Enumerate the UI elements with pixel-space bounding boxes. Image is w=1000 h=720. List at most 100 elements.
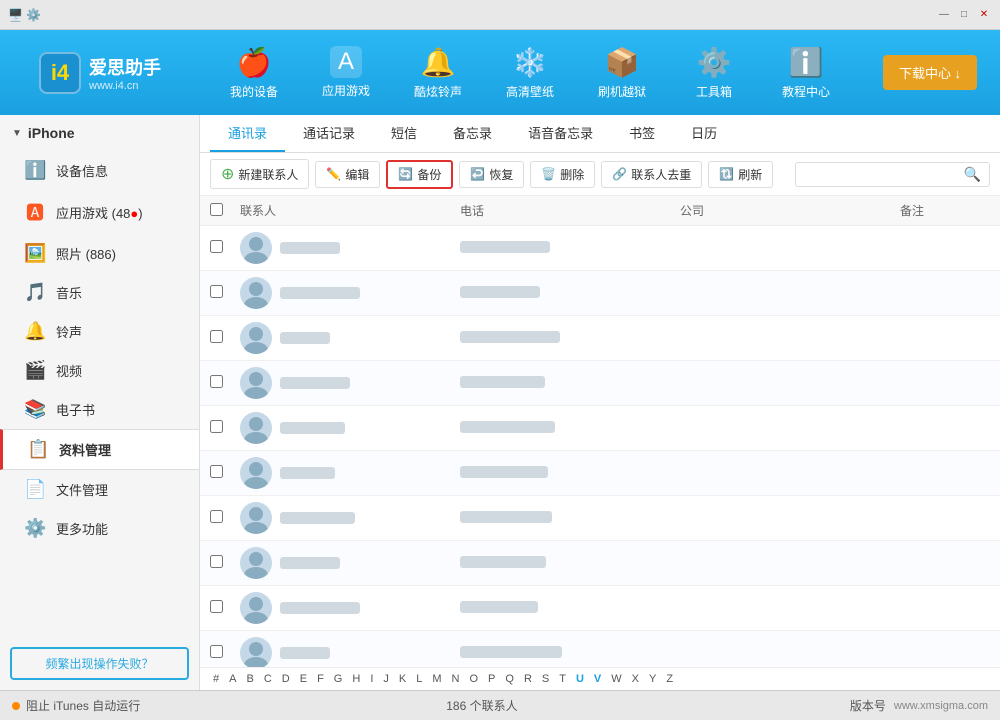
phone-cell-2 (460, 331, 680, 346)
new-contact-button[interactable]: ⊕ 新建联系人 (210, 159, 309, 189)
sidebar-item-device-info[interactable]: ℹ️ 设备信息 (0, 151, 199, 190)
alpha-X[interactable]: X (629, 672, 642, 686)
tab-memo[interactable]: 备忘录 (435, 115, 510, 152)
col-check-header (210, 203, 240, 219)
row-checkbox-0[interactable] (210, 240, 240, 256)
tab-call-log[interactable]: 通话记录 (285, 115, 373, 152)
nav-tab-my-device[interactable]: 🍎 我的设备 (210, 35, 298, 110)
alpha-Y[interactable]: Y (646, 672, 659, 686)
select-all-checkbox[interactable] (210, 203, 223, 216)
alpha-R[interactable]: R (521, 672, 535, 686)
tab-contacts[interactable]: 通讯录 (210, 115, 285, 152)
nav-tab-ringtones[interactable]: 🔔 酷炫铃声 (394, 35, 482, 110)
alpha-O[interactable]: O (466, 672, 481, 686)
row-checkbox-3[interactable] (210, 375, 240, 391)
table-header: 联系人 电话 公司 备注 (200, 196, 1000, 226)
backup-label: 备份 (417, 166, 441, 183)
phone-cell-3 (460, 376, 680, 391)
row-checkbox-6[interactable] (210, 510, 240, 526)
row-checkbox-7[interactable] (210, 555, 240, 571)
problem-button[interactable]: 频繁出现操作失败？ (10, 647, 189, 680)
nav-tab-apps-games[interactable]: A 应用游戏 (302, 35, 390, 110)
sidebar-item-ringtone[interactable]: 🔔 铃声 (0, 312, 199, 351)
row-checkbox-8[interactable] (210, 600, 240, 616)
alpha-I[interactable]: I (367, 672, 376, 686)
sidebar: ▼ iPhone ℹ️ 设备信息 🅰 应用游戏 (48●) 🖼️ 照片 (886… (0, 115, 200, 690)
table-row[interactable] (200, 226, 1000, 271)
alpha-Q[interactable]: Q (502, 672, 517, 686)
alpha-M[interactable]: M (429, 672, 444, 686)
delete-button[interactable]: 🗑️ 删除 (530, 161, 595, 188)
alpha-Z[interactable]: Z (663, 672, 676, 686)
alpha-#[interactable]: # (210, 672, 222, 686)
alpha-N[interactable]: N (449, 672, 463, 686)
alpha-F[interactable]: F (314, 672, 327, 686)
nav-tab-tutorials[interactable]: ℹ️ 教程中心 (762, 35, 850, 110)
alpha-B[interactable]: B (243, 672, 256, 686)
sidebar-item-file-mgmt[interactable]: 📄 文件管理 (0, 470, 199, 509)
alpha-G[interactable]: G (331, 672, 346, 686)
merge-button[interactable]: 🔗 联系人去重 (601, 161, 702, 188)
row-checkbox-2[interactable] (210, 330, 240, 346)
phone-cell-0 (460, 241, 680, 256)
backup-button[interactable]: 🔄 备份 (386, 160, 453, 189)
row-checkbox-5[interactable] (210, 465, 240, 481)
alpha-P[interactable]: P (485, 672, 498, 686)
alpha-C[interactable]: C (261, 672, 275, 686)
sidebar-item-more[interactable]: ⚙️ 更多功能 (0, 509, 199, 548)
table-row[interactable] (200, 496, 1000, 541)
phone-cell-8 (460, 601, 680, 616)
nav-tab-toolbox[interactable]: ⚙️ 工具箱 (670, 35, 758, 110)
row-checkbox-1[interactable] (210, 285, 240, 301)
apps-icon: A (330, 46, 362, 78)
table-row[interactable] (200, 271, 1000, 316)
alpha-V[interactable]: V (591, 672, 604, 686)
table-row[interactable] (200, 361, 1000, 406)
download-center-button[interactable]: 下载中心 ↓ (883, 55, 977, 90)
tab-voice-memo[interactable]: 语音备忘录 (510, 115, 611, 152)
contact-cell-6 (240, 502, 460, 534)
table-row[interactable] (200, 541, 1000, 586)
alpha-S[interactable]: S (539, 672, 552, 686)
table-row[interactable] (200, 316, 1000, 361)
row-checkbox-4[interactable] (210, 420, 240, 436)
status-left: 阻止 iTunes 自动运行 186 个联系人 (12, 697, 518, 714)
nav-tab-wallpapers[interactable]: ❄️ 高清壁纸 (486, 35, 574, 110)
tab-bookmarks[interactable]: 书签 (611, 115, 673, 152)
sidebar-item-video[interactable]: 🎬 视频 (0, 351, 199, 390)
bell-icon: 🔔 (421, 46, 456, 79)
tab-sms[interactable]: 短信 (373, 115, 435, 152)
minimize-button[interactable]: — (936, 7, 952, 23)
alpha-E[interactable]: E (297, 672, 310, 686)
restore-button[interactable]: □ (956, 7, 972, 23)
alpha-H[interactable]: H (349, 672, 363, 686)
sidebar-item-photos[interactable]: 🖼️ 照片 (886) (0, 234, 199, 273)
edit-button[interactable]: ✏️ 编辑 (315, 161, 380, 188)
alpha-T[interactable]: T (556, 672, 569, 686)
row-checkbox-9[interactable] (210, 645, 240, 661)
refresh-button[interactable]: 🔃 刷新 (708, 161, 773, 188)
sidebar-item-data-mgmt[interactable]: 📋 资料管理 (0, 429, 199, 470)
tab-calendar[interactable]: 日历 (673, 115, 735, 152)
alpha-W[interactable]: W (608, 672, 624, 686)
alpha-J[interactable]: J (380, 672, 392, 686)
table-row[interactable] (200, 631, 1000, 667)
content-area: 通讯录 通话记录 短信 备忘录 语音备忘录 书签 日历 ⊕ 新建联系人 ✏️ 编… (200, 115, 1000, 690)
table-row[interactable] (200, 406, 1000, 451)
sidebar-item-apps[interactable]: 🅰 应用游戏 (48●) (0, 190, 199, 234)
alpha-A[interactable]: A (226, 672, 239, 686)
close-button[interactable]: ✕ (976, 7, 992, 23)
restore-button[interactable]: ↩️ 恢复 (459, 161, 524, 188)
sidebar-footer: 频繁出现操作失败？ (0, 637, 199, 690)
alpha-U[interactable]: U (573, 672, 587, 686)
search-icon[interactable]: 🔍 (964, 166, 981, 183)
alpha-L[interactable]: L (413, 672, 425, 686)
table-row[interactable] (200, 451, 1000, 496)
table-row[interactable] (200, 586, 1000, 631)
nav-tab-jailbreak[interactable]: 📦 刷机越狱 (578, 35, 666, 110)
sidebar-item-ebook[interactable]: 📚 电子书 (0, 390, 199, 429)
sidebar-item-music[interactable]: 🎵 音乐 (0, 273, 199, 312)
alpha-K[interactable]: K (396, 672, 409, 686)
search-input[interactable] (804, 167, 964, 181)
alpha-D[interactable]: D (279, 672, 293, 686)
